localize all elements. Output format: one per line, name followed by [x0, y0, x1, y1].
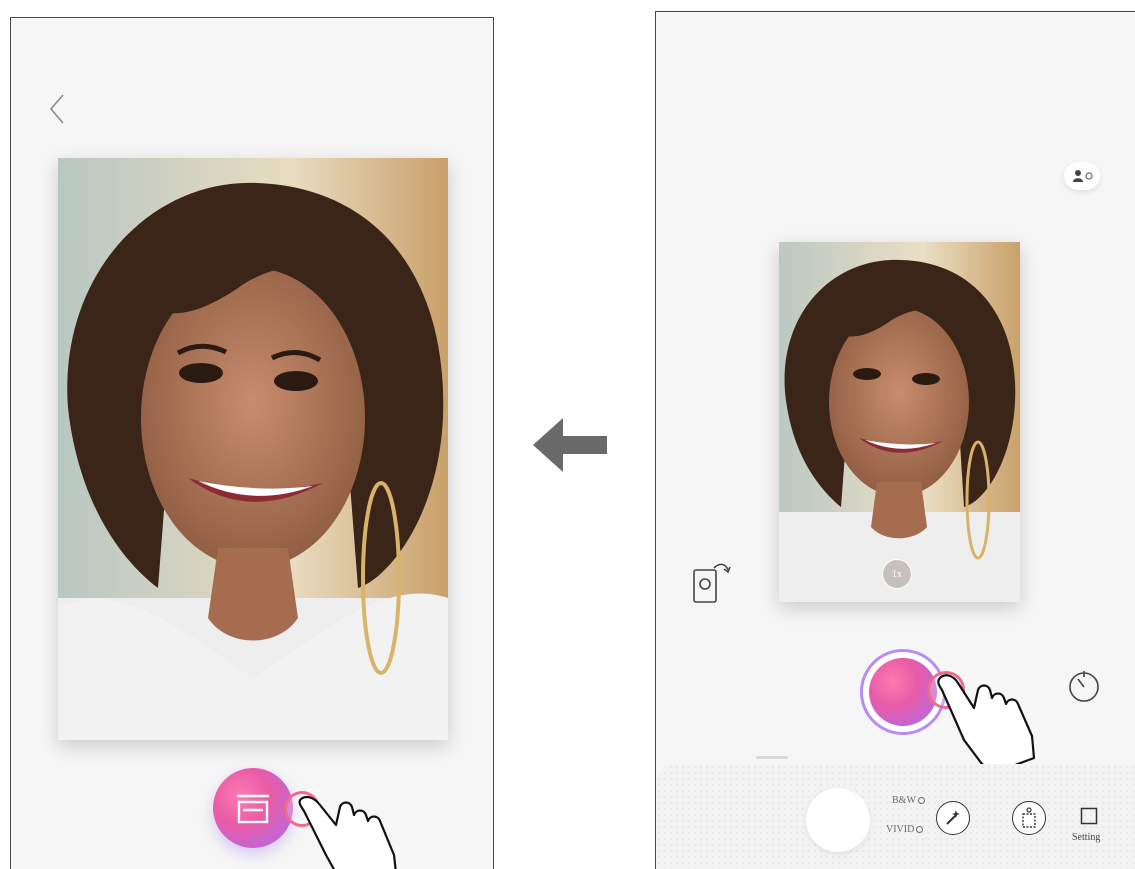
print-button[interactable] [213, 768, 293, 848]
camera-screen: 1x B&W VIVID Setting [655, 11, 1135, 869]
magic-button[interactable] [936, 801, 970, 835]
bw-radio[interactable] [917, 797, 925, 805]
auto-beauty-button[interactable] [1064, 162, 1100, 190]
frame-icon [1022, 807, 1036, 828]
magic-wand-icon [946, 810, 960, 825]
timer-icon[interactable] [1066, 669, 1102, 705]
zoom-label: 1x [892, 568, 902, 580]
zoom-badge[interactable]: 1x [882, 559, 912, 589]
camera-viewfinder: 1x [779, 242, 1020, 602]
bw-mode-label: B&W [892, 795, 916, 806]
flip-camera-icon[interactable] [692, 560, 732, 606]
setting-label[interactable]: Setting [1072, 832, 1100, 843]
capture-thumbnail[interactable] [806, 788, 870, 852]
tray-handle[interactable] [756, 756, 788, 759]
bottom-tray [656, 764, 1135, 869]
print-icon [237, 794, 269, 824]
square-icon[interactable] [1080, 807, 1098, 825]
photo-preview [58, 158, 448, 740]
vivid-mode-label: VIVID [886, 824, 915, 835]
arrow-left-icon [533, 418, 607, 472]
hand-pointer-icon [937, 674, 1036, 774]
person-sparkle-icon [1073, 170, 1093, 182]
vivid-mode-option[interactable]: VIVID [886, 824, 924, 835]
frame-button[interactable] [1012, 801, 1046, 835]
chevron-left-icon[interactable] [47, 93, 67, 125]
vivid-radio[interactable] [916, 826, 924, 834]
hand-pointer-icon [298, 795, 397, 869]
bw-mode-option[interactable]: B&W [892, 795, 925, 806]
print-preview-screen [10, 17, 494, 869]
